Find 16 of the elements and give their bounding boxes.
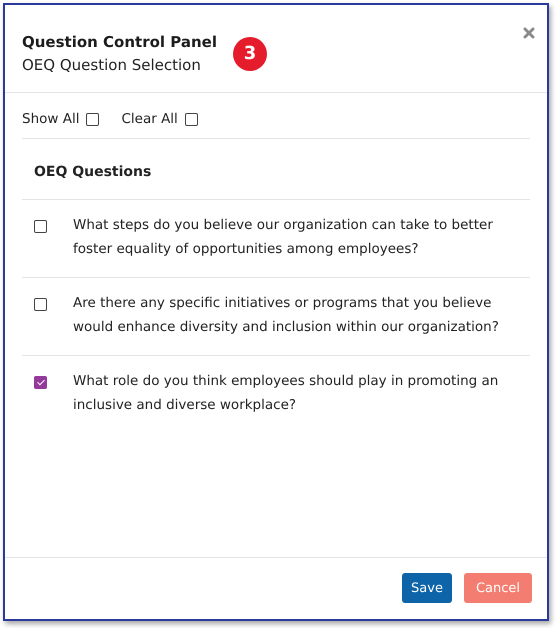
question-text: What role do you think employees should play in promoting an inclusive and diverse workplace? <box>73 372 500 415</box>
option-label: Show All <box>22 111 80 127</box>
dialog-subtitle: OEQ Question Selection <box>22 56 202 74</box>
checkbox[interactable] <box>184 112 198 126</box>
step-badge: 3 <box>233 36 267 70</box>
checkbox[interactable] <box>34 220 47 233</box>
question-text: Are there any specific initiatives or programs that you believe would enhance diversity and inclusion within our organization? <box>73 294 500 337</box>
checkbox[interactable] <box>86 112 100 126</box>
save-button[interactable]: Save <box>402 573 452 603</box>
checkbox[interactable] <box>34 298 47 311</box>
section-heading: OEQ Questions <box>22 139 530 200</box>
option-label: Clear All <box>121 111 178 127</box>
dialog-title: Question Control Panel <box>22 33 217 51</box>
question-text: What steps do you believe our organization can take to better foster equality of opportunities among employees? <box>73 216 494 259</box>
checkbox[interactable] <box>34 376 47 389</box>
close-icon[interactable] <box>523 27 535 39</box>
